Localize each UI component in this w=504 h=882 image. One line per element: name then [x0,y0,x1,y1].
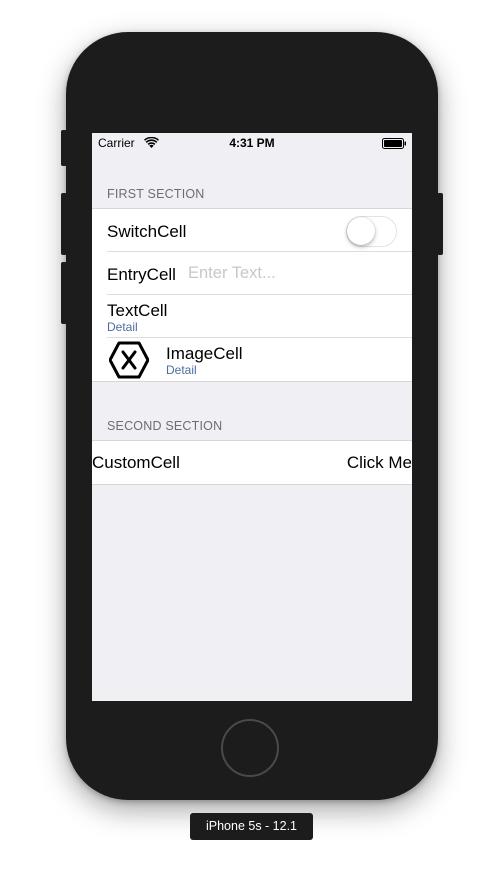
custom-cell-label: CustomCell [92,453,180,472]
battery-icon [382,138,406,149]
second-section-group: CustomCell Click Me [92,440,412,485]
entry-field[interactable] [188,264,398,283]
volume-down-button [61,262,67,324]
text-cell-detail: Detail [107,320,138,334]
first-section-group: SwitchCell EntryCell TextCell Detail Ima… [92,208,412,382]
section-header-second: SECOND SECTION [107,419,223,433]
click-me-button[interactable]: Click Me [347,453,412,473]
power-button [437,193,443,255]
entry-cell: EntryCell [92,252,412,295]
image-cell-label: ImageCell [166,344,243,363]
section-header-first: FIRST SECTION [107,187,205,201]
volume-up-button [61,193,67,255]
switch-cell: SwitchCell [92,209,412,252]
status-time: 4:31 PM [229,136,275,150]
custom-cell: CustomCell Click Me [92,441,412,484]
switch-toggle[interactable] [346,216,397,247]
image-cell[interactable]: ImageCell Detail [92,338,412,381]
xamarin-logo-icon [109,341,149,379]
screen: Carrier 4:31 PM FIRST SECTION SwitchCell… [92,133,412,701]
entry-cell-label: EntryCell [107,265,176,284]
status-bar: Carrier 4:31 PM [92,133,412,153]
device-label: iPhone 5s - 12.1 [190,813,313,840]
home-button[interactable] [221,719,279,777]
switch-cell-label: SwitchCell [107,222,187,241]
image-cell-detail: Detail [166,363,197,377]
text-cell-label: TextCell [107,301,168,320]
mute-switch [61,130,67,166]
text-cell[interactable]: TextCell Detail [92,295,412,338]
switch-knob [347,217,375,245]
